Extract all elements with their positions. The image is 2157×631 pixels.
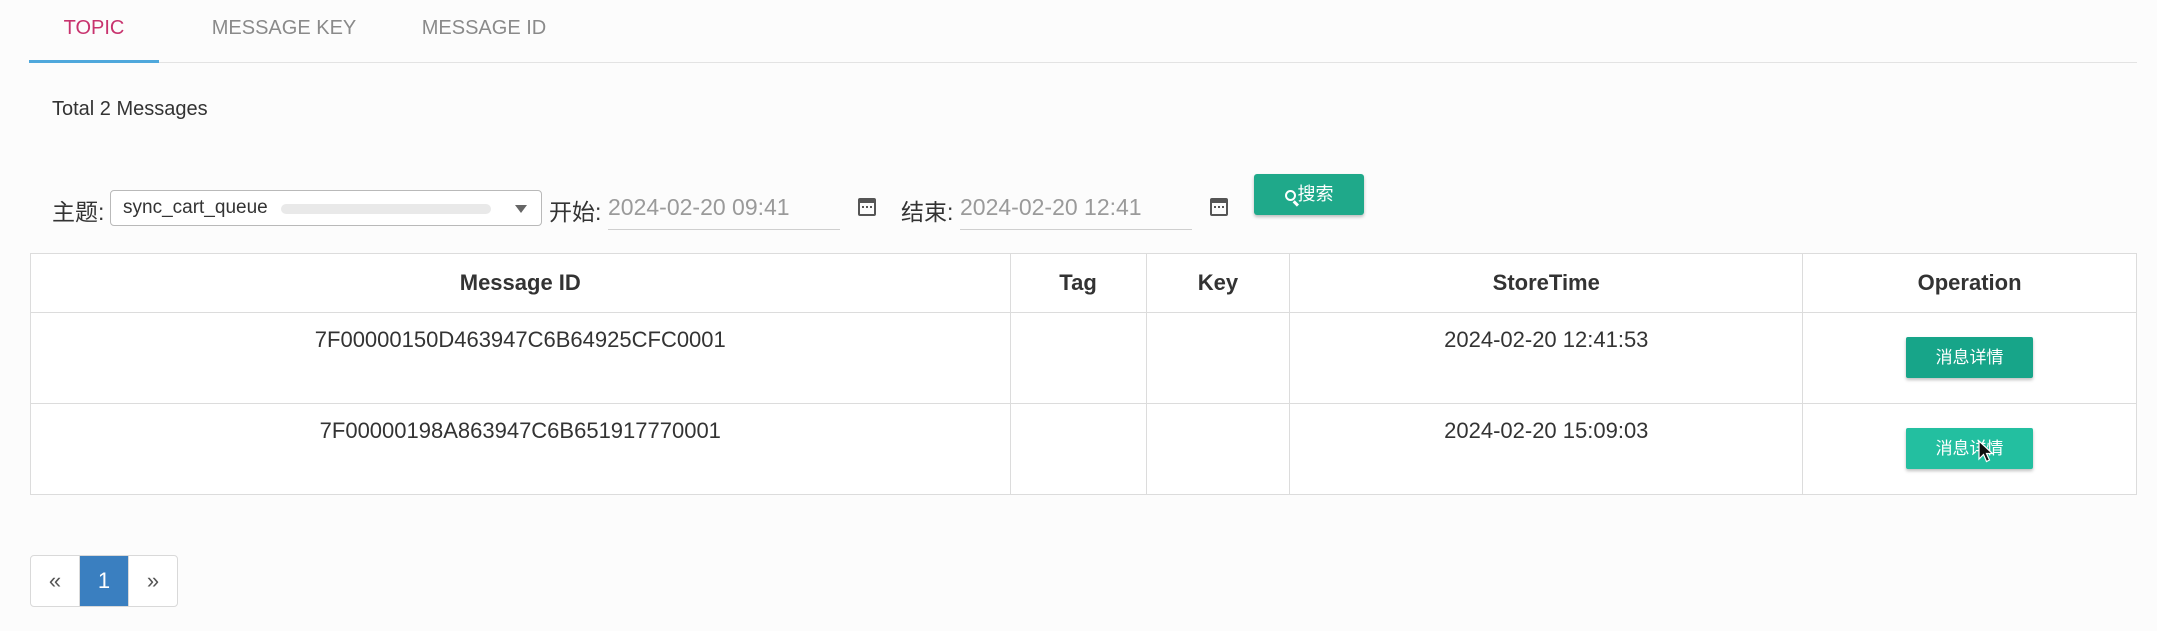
tab-message-id[interactable]: MESSAGE ID — [399, 0, 569, 60]
key-cell — [1145, 312, 1291, 404]
message-table: Message ID Tag Key StoreTime Operation 7… — [30, 253, 2137, 495]
search-button-label: 搜索 — [1297, 184, 1334, 204]
tag-cell — [1009, 312, 1147, 404]
topic-label: 主题: — [52, 199, 105, 225]
table-header-row: Message ID Tag Key StoreTime Operation — [30, 253, 2137, 313]
chevron-down-icon — [515, 205, 527, 213]
store-time-cell: 2024-02-20 12:41:53 — [1289, 312, 1804, 404]
end-date-input[interactable]: 2024-02-20 12:41 — [960, 188, 1192, 230]
tab-message-key[interactable]: MESSAGE KEY — [189, 0, 379, 60]
column-header-message-id: Message ID — [30, 253, 1011, 313]
prev-page-button[interactable]: « — [31, 556, 80, 606]
table-row: 7F00000150D463947C6B64925CFC0001 2024-02… — [30, 312, 2137, 404]
calendar-icon[interactable] — [1210, 198, 1228, 216]
message-id-cell: 7F00000150D463947C6B64925CFC0001 — [30, 312, 1011, 404]
message-detail-button[interactable]: 消息详情 — [1906, 428, 2034, 469]
start-label: 开始: — [549, 199, 602, 225]
page-1-button[interactable]: 1 — [80, 556, 129, 606]
mouse-cursor — [1978, 440, 1995, 463]
message-id-cell: 7F00000198A863947C6B651917770001 — [30, 403, 1011, 495]
calendar-icon[interactable] — [858, 198, 876, 216]
table-row: 7F00000198A863947C6B651917770001 2024-02… — [30, 403, 2137, 495]
column-header-operation: Operation — [1802, 253, 2137, 313]
topic-select-value: sync_cart_queue — [123, 197, 268, 218]
store-time-cell: 2024-02-20 15:09:03 — [1289, 403, 1804, 495]
column-header-tag: Tag — [1009, 253, 1147, 313]
operation-cell: 消息详情 — [1802, 403, 2137, 495]
tab-topic[interactable]: TOPIC — [29, 0, 159, 63]
redacted-text — [281, 204, 491, 214]
end-label: 结束: — [901, 199, 954, 225]
message-detail-button[interactable]: 消息详情 — [1906, 337, 2034, 378]
start-date-input[interactable]: 2024-02-20 09:41 — [608, 188, 840, 230]
column-header-key: Key — [1145, 253, 1291, 313]
key-cell — [1145, 403, 1291, 495]
operation-cell: 消息详情 — [1802, 312, 2137, 404]
topic-select[interactable]: sync_cart_queue — [110, 190, 542, 226]
pagination: « 1 » — [30, 555, 178, 607]
next-page-button[interactable]: » — [129, 556, 177, 606]
tag-cell — [1009, 403, 1147, 495]
ghost-layer — [1380, 125, 1386, 151]
search-button[interactable]: 搜索 — [1254, 174, 1364, 215]
tab-bar: TOPIC MESSAGE KEY MESSAGE ID — [29, 0, 2137, 63]
total-count: Total 2 Messages — [52, 98, 208, 120]
column-header-storetime: StoreTime — [1289, 253, 1804, 313]
search-icon — [1284, 190, 1296, 201]
